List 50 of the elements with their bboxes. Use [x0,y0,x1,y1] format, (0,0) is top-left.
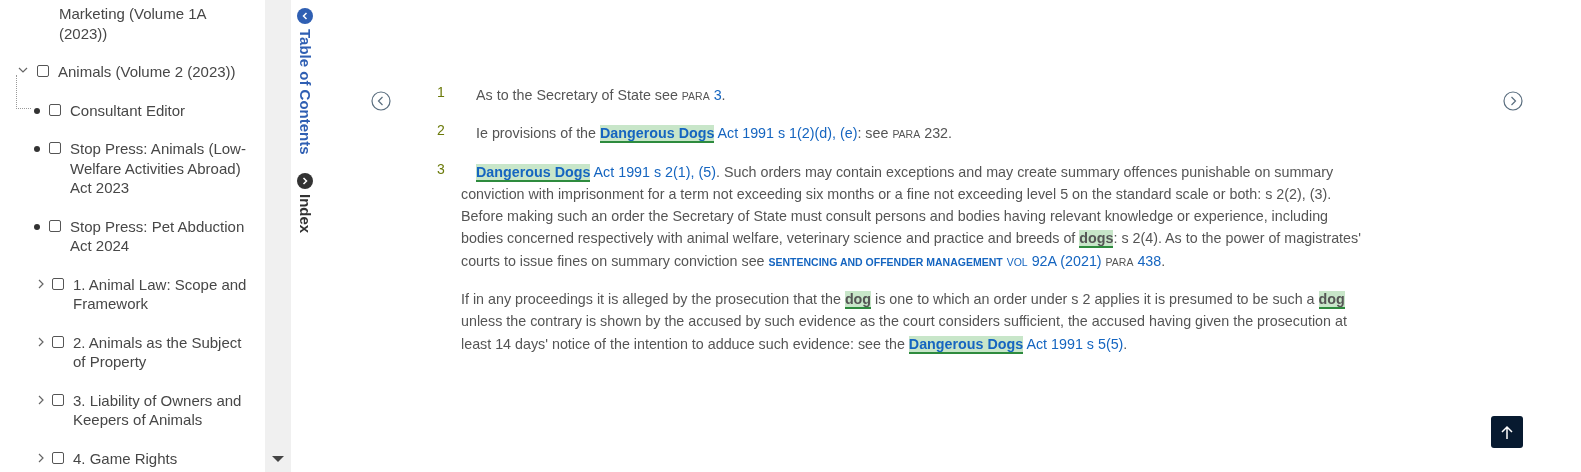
link[interactable]: Act 1991 s 1(2)(d), (e) [717,125,858,142]
side-tab[interactable]: Table of Contents [296,8,314,155]
toc-item[interactable]: Consultant Editor [70,100,186,120]
checkbox[interactable] [49,103,61,116]
footnote-text: As to the Secretary of State see PARA 3. [475,86,727,105]
side-tab[interactable]: Index [296,172,314,233]
checkbox[interactable] [52,335,64,348]
link[interactable]: 3 [713,87,722,103]
chevron-right-icon[interactable] [297,172,313,189]
toc-item[interactable]: 4. Game Rights [73,448,178,468]
checkbox[interactable] [37,65,49,77]
footnote-number: 3 [437,160,446,179]
link[interactable]: Act 1991 s 2(1), (5) [593,163,716,180]
toc-item[interactable]: Animals (Volume 2 (2023)) [58,62,236,82]
toc-item[interactable]: 1. Animal Law: Scope and Framework [73,274,258,314]
toc-item[interactable]: 2. Animals as the Subject of Property [73,332,258,372]
expand-chevron-icon[interactable] [36,394,46,405]
footnote-number: 1 [437,84,446,102]
checkbox[interactable] [49,142,61,154]
expand-chevron-icon[interactable] [36,336,46,347]
checkbox[interactable] [52,277,64,290]
link[interactable]: Dangerous Dogs [600,125,715,144]
scrollbar[interactable] [265,0,291,472]
link[interactable]: 92A (2021) [1031,252,1102,269]
toc-item[interactable]: Stop Press: Animals (Low-Welfare Activities Abroad) Act 2023 [70,139,255,198]
arrow-up-icon [1500,424,1514,440]
link[interactable]: VOL [1006,255,1028,268]
footnote-number: 2 [437,122,446,141]
checkbox[interactable] [52,451,64,464]
bullet-icon [34,146,40,152]
footnote-text: If in any proceedings it is alleged by the prosecution that the dog is one to which an order under s 2 applies it is presumed to be such a dog unless the contrary is shown by the accused by such evidence as the court considers sufficient, the accused having given the prosecution at least 14 days' notice of the intention to adduce such evidence: see the Dangerous Dogs Act 1991 s 5(5). [461,290,1348,355]
checkbox[interactable] [49,219,61,232]
toc-item[interactable]: Stop Press: Pet Abduction Act 2024 [70,216,255,256]
back-to-top-button[interactable] [1491,416,1523,448]
scroll-down-icon[interactable] [272,456,284,462]
toc-item[interactable]: Marketing (Volume 1A (2023)) [59,4,239,43]
bullet-icon [34,223,40,230]
link[interactable]: Dangerous Dogs [476,163,591,182]
footnote-text: Dangerous Dogs Act 1991 s 2(1), (5). Such orders may contain exceptions and may create summary offences punishable on summary conviction with imprisonment for a term not exceeding six months or a fine not exceeding level 5 on the standard scale or both: s 2(2), (3). Before making such an order the Secretary of State must consult persons and bodies having relevant knowledge or experience, including bodies concerned respectively with animal welfare, veterinary science and practice and breeds of dogs: s 2(4). As to the power of magistrates' courts to issue fines on summary conviction see SENTENCING AND OFFENDER MANAGEMENT VOL 92A (2021) PARA 438. [461,162,1362,271]
bullet-icon [34,107,40,114]
next-button[interactable] [1503,91,1523,111]
toc-item[interactable]: 3. Liability of Owners and Keepers of Animals [73,390,258,430]
footnote-text: Ie provisions of the Dangerous Dogs Act 1991 s 1(2)(d), (e): see PARA 232. [475,124,953,146]
expand-chevron-icon[interactable] [36,452,46,463]
previous-button[interactable] [371,91,391,111]
checkbox[interactable] [52,393,64,406]
expand-chevron-icon[interactable] [36,278,46,289]
chevron-left-icon[interactable] [297,8,313,24]
link[interactable]: SENTENCING AND OFFENDER MANAGEMENT [768,255,1003,268]
link[interactable]: Dangerous Dogs [908,335,1024,354]
